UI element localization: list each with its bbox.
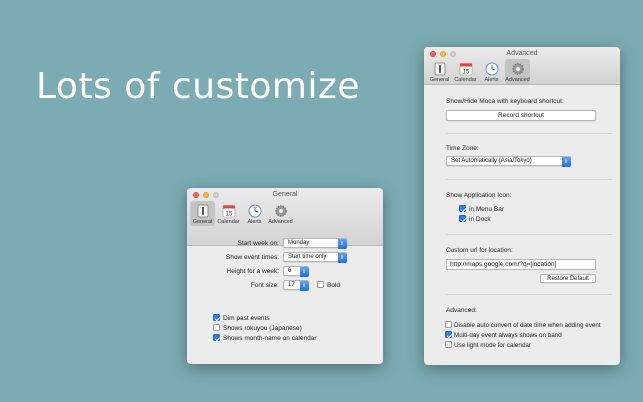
- tab-advanced-label: Advanced: [505, 77, 530, 83]
- height-week-value: 6: [288, 268, 292, 274]
- restore-default-button[interactable]: Restore Default: [540, 274, 596, 283]
- menu-bar-label: in Menu Bar: [469, 206, 505, 213]
- month-name-checkbox[interactable]: [213, 334, 220, 341]
- start-week-label: Start week on:: [237, 240, 279, 247]
- window-title: Advanced: [506, 50, 538, 57]
- dock-checkbox[interactable]: [459, 215, 466, 222]
- month-name-label: Shows month-name on calendar: [223, 335, 317, 342]
- clock-icon: [248, 204, 261, 218]
- height-week-stepper[interactable]: 6 ⇕: [283, 266, 309, 277]
- tab-general-label: General: [429, 77, 450, 83]
- separator: [446, 179, 612, 180]
- chevron-updown-icon: ⇕: [561, 156, 571, 167]
- advanced-heading: Advanced:: [446, 307, 477, 314]
- custom-url-field[interactable]: http://maps.google.com/?q=[location]: [446, 259, 596, 270]
- preferences-toolbar: General 15 Calendar Alerts Advanced: [190, 201, 293, 226]
- timezone-popup[interactable]: Set Automatically (Asia/Tokyo) ⇕: [446, 156, 571, 167]
- multiday-checkbox[interactable]: [445, 331, 452, 338]
- show-event-times-label: Show event times:: [225, 254, 279, 261]
- light-mode-checkbox[interactable]: [445, 341, 452, 348]
- dim-past-label: Dim past events: [223, 315, 270, 322]
- rokuyou-checkbox[interactable]: [213, 324, 220, 331]
- calendar-icon-day: 15: [462, 70, 469, 76]
- timezone-value: Set Automatically (Asia/Tokyo): [451, 158, 532, 164]
- tab-alerts[interactable]: Alerts: [479, 59, 504, 84]
- clock-icon: [485, 62, 498, 76]
- start-week-value: Monday: [288, 240, 310, 246]
- switch-icon: [434, 62, 445, 76]
- calendar-icon: 15: [222, 205, 235, 218]
- separator: [446, 294, 612, 295]
- window-titlebar: Advanced General 15 Calendar Alerts Adva…: [424, 47, 620, 85]
- disable-auto-convert-label: Disable auto convert of date time when a…: [454, 322, 601, 329]
- show-event-times-value: Start time only: [288, 254, 327, 260]
- chevron-updown-icon: ⇕: [337, 238, 347, 249]
- general-content: [187, 246, 383, 364]
- multiday-label: Multi-day event always shows on band: [454, 332, 562, 339]
- gear-icon: [511, 63, 524, 75]
- separator: [446, 133, 612, 134]
- font-size-value: 17: [288, 282, 295, 288]
- font-size-label: Font size:: [250, 282, 279, 289]
- separator: [446, 234, 612, 235]
- tab-alerts-label: Alerts: [247, 219, 262, 225]
- tab-general[interactable]: General: [427, 59, 452, 84]
- tab-alerts[interactable]: Alerts: [242, 201, 267, 226]
- tab-general-label: General: [192, 219, 213, 225]
- gear-icon: [274, 205, 287, 217]
- record-shortcut-button[interactable]: Record shortcut: [446, 110, 596, 121]
- rokuyou-label: Shows rokuyou (Japanese): [223, 325, 302, 332]
- stepper-icon[interactable]: ⇕: [299, 280, 309, 291]
- tab-alerts-label: Alerts: [484, 77, 499, 83]
- calendar-icon: 15: [459, 63, 472, 76]
- tab-advanced-label: Advanced: [268, 219, 293, 225]
- show-event-times-popup[interactable]: Start time only ⇕: [283, 252, 347, 263]
- light-mode-label: Use light mode for calendar: [454, 342, 532, 349]
- shortcut-heading: Show/Hide Moca with keyboard shortcut:: [446, 98, 564, 105]
- tab-calendar[interactable]: 15 Calendar: [453, 59, 478, 84]
- timezone-heading: Time Zone:: [446, 145, 479, 152]
- switch-icon: [197, 204, 208, 218]
- window-title: General: [272, 191, 298, 198]
- tab-calendar[interactable]: 15 Calendar: [216, 201, 241, 226]
- tab-advanced[interactable]: Advanced: [505, 59, 530, 84]
- menu-bar-checkbox[interactable]: [459, 205, 466, 212]
- headline: Lots of customize: [36, 66, 361, 107]
- general-preferences-window: General General 15 Calendar Alerts Advan…: [187, 188, 383, 364]
- tab-advanced[interactable]: Advanced: [268, 201, 293, 226]
- advanced-preferences-window: Advanced General 15 Calendar Alerts Adva…: [424, 47, 620, 365]
- custom-url-heading: Custom url for location:: [446, 247, 513, 254]
- height-week-label: Height for a week:: [226, 268, 279, 275]
- dim-past-checkbox[interactable]: [213, 314, 220, 321]
- tab-calendar-label: Calendar: [454, 77, 477, 83]
- disable-auto-convert-checkbox[interactable]: [445, 321, 452, 328]
- font-size-stepper[interactable]: 17 ⇕: [283, 280, 309, 291]
- app-icon-heading: Show Application Icon:: [446, 192, 512, 199]
- tab-general[interactable]: General: [190, 201, 215, 226]
- bold-label: Bold: [327, 282, 341, 289]
- chevron-updown-icon: ⇕: [337, 252, 347, 263]
- calendar-icon-day: 15: [225, 212, 232, 218]
- bold-checkbox[interactable]: [317, 281, 324, 288]
- start-week-popup[interactable]: Monday ⇕: [283, 238, 347, 249]
- tab-calendar-label: Calendar: [217, 219, 240, 225]
- preferences-toolbar: General 15 Calendar Alerts Advanced: [427, 59, 530, 84]
- dock-label: in Dock: [469, 216, 491, 223]
- stepper-icon[interactable]: ⇕: [299, 266, 309, 277]
